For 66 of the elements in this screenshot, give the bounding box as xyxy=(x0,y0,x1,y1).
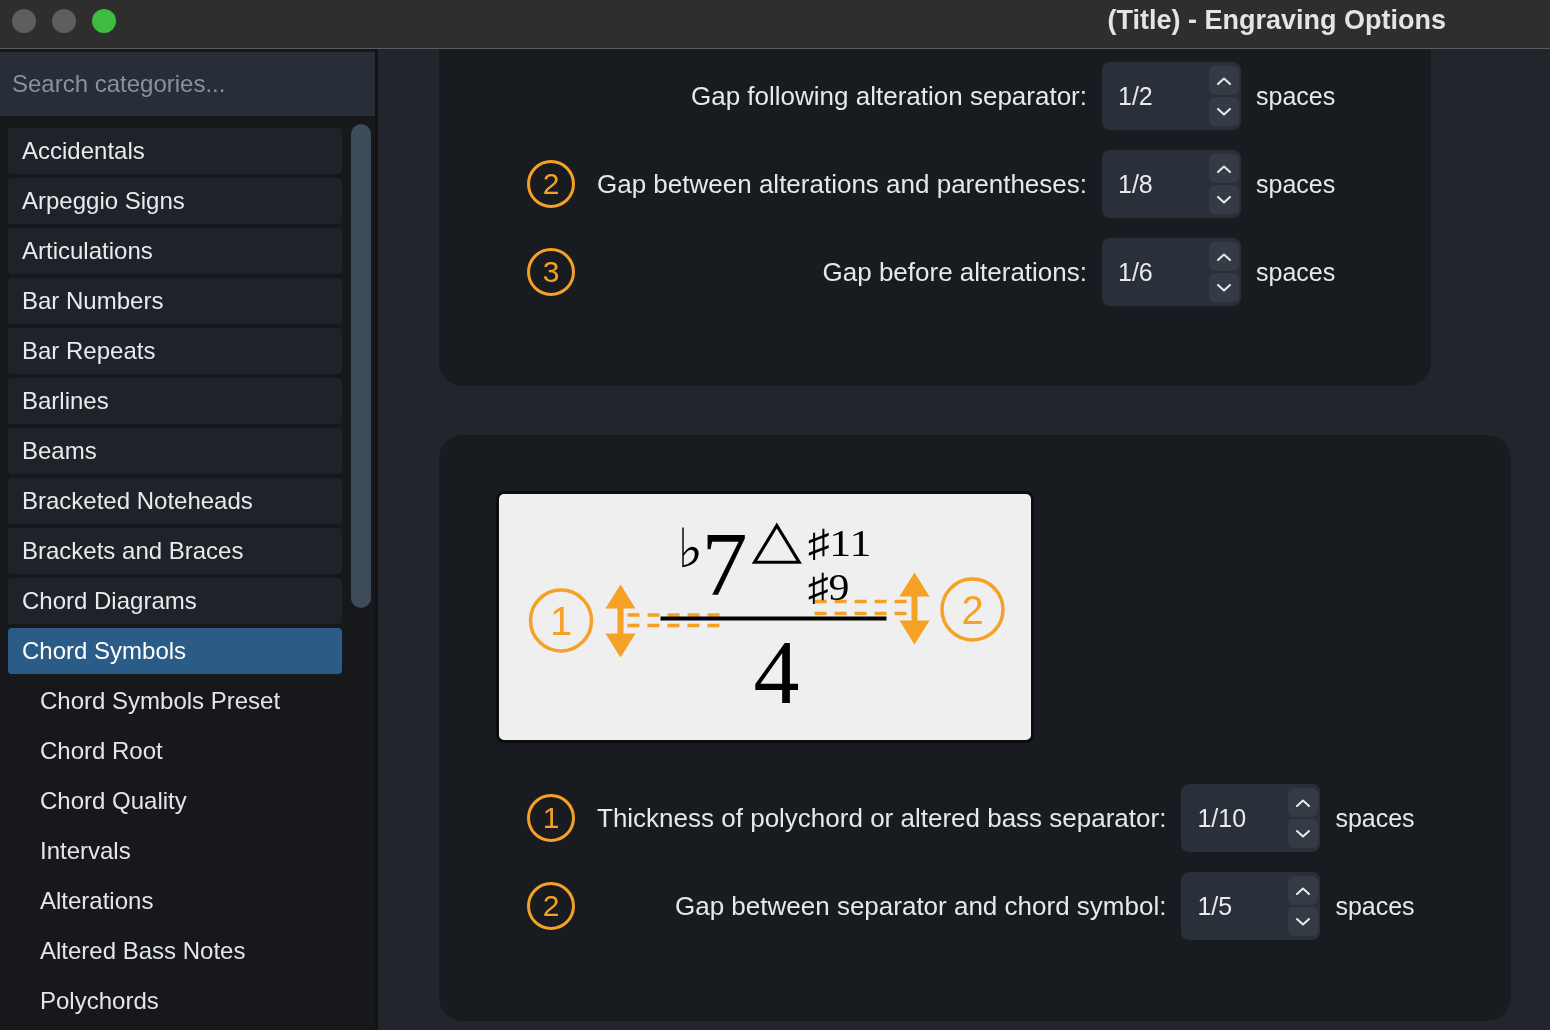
unit-label: spaces xyxy=(1255,81,1336,111)
sidebar-subitem[interactable]: Chord Quality xyxy=(8,778,342,824)
step-up-button[interactable] xyxy=(1209,154,1239,183)
chevron-down-icon xyxy=(1217,283,1231,292)
unit-label: spaces xyxy=(1334,891,1415,921)
sidebar-item[interactable]: Articulations xyxy=(8,228,342,274)
chevron-down-icon xyxy=(1217,107,1231,116)
callout-marker: 2 xyxy=(527,882,575,930)
chevron-up-icon xyxy=(1296,886,1311,895)
chevron-up-icon xyxy=(1296,798,1311,807)
chevron-down-icon xyxy=(1296,829,1311,838)
setting-label: Gap between alterations and parentheses: xyxy=(596,168,1087,200)
sidebar-item[interactable]: Beams xyxy=(8,428,342,474)
chevron-up-icon xyxy=(1217,252,1231,261)
alteration-text: ♯9 xyxy=(807,565,850,609)
step-down-button[interactable] xyxy=(1288,819,1319,848)
callout-marker: 2 xyxy=(527,160,575,208)
sidebar-item[interactable]: Accidentals xyxy=(8,128,342,174)
setting-label: Gap following alteration separator: xyxy=(690,80,1087,112)
search-field[interactable]: Search categories... xyxy=(0,52,375,116)
sidebar-subitem[interactable]: Intervals xyxy=(8,828,342,874)
step-down-button[interactable] xyxy=(1288,907,1319,936)
sidebar-item[interactable]: Chord Symbols xyxy=(8,628,342,674)
unit-label: spaces xyxy=(1255,257,1336,287)
alteration-text: ♯11 xyxy=(807,522,872,565)
callout-marker: 1 xyxy=(528,588,594,653)
step-down-button[interactable] xyxy=(1209,273,1239,302)
step-down-button[interactable] xyxy=(1209,97,1239,126)
step-up-button[interactable] xyxy=(1288,788,1319,817)
step-up-button[interactable] xyxy=(1209,242,1239,271)
step-down-button[interactable] xyxy=(1209,185,1239,214)
scrollbar[interactable] xyxy=(351,124,371,608)
sidebar-item[interactable]: Chord Diagrams xyxy=(8,578,342,624)
chevron-up-icon xyxy=(1217,164,1231,173)
sidebar-subitem[interactable]: Polychords xyxy=(8,978,342,1024)
unit-label: spaces xyxy=(1255,169,1336,199)
sidebar-subitem[interactable]: Alterations xyxy=(8,878,342,924)
flat-sign: ♭ xyxy=(677,518,703,579)
setting-label: Thickness of polychord or altered bass separator: xyxy=(596,802,1167,834)
sidebar-item[interactable]: Arpeggio Signs xyxy=(8,178,342,224)
bass-note-text: 4 xyxy=(753,621,800,723)
chevron-down-icon xyxy=(1296,917,1311,926)
sidebar-item[interactable]: Bar Repeats xyxy=(8,328,342,374)
chord-root-text: 7 xyxy=(701,512,748,615)
double-arrow-icon xyxy=(605,584,636,658)
sidebar-subitem[interactable]: Chord Symbols Preset xyxy=(8,678,342,724)
sidebar-item[interactable]: Bar Numbers xyxy=(8,278,342,324)
setting-label: Gap between separator and chord symbol: xyxy=(674,890,1167,922)
unit-label: spaces xyxy=(1334,803,1415,833)
double-arrow-icon xyxy=(899,572,930,645)
chevron-up-icon xyxy=(1217,76,1231,85)
callout-marker: 1 xyxy=(527,794,575,842)
sidebar-item[interactable]: Bracketed Noteheads xyxy=(8,478,342,524)
setting-label: Gap before alterations: xyxy=(821,256,1087,288)
chord-quality-text: △ xyxy=(751,506,803,570)
window-title: (Title) - Engraving Options xyxy=(1107,4,1446,36)
sidebar-item[interactable]: Barlines xyxy=(8,378,342,424)
sidebar-subitem[interactable]: Chord Root xyxy=(8,728,342,774)
callout-marker: 2 xyxy=(940,577,1005,642)
sidebar-subitem[interactable]: Altered Bass Notes xyxy=(8,928,342,974)
chevron-down-icon xyxy=(1217,195,1231,204)
sidebar-item[interactable]: Brackets and Braces xyxy=(8,528,342,574)
step-up-button[interactable] xyxy=(1209,66,1239,95)
zoom-button[interactable] xyxy=(92,9,116,33)
step-up-button[interactable] xyxy=(1288,876,1319,905)
callout-marker: 3 xyxy=(527,248,575,296)
